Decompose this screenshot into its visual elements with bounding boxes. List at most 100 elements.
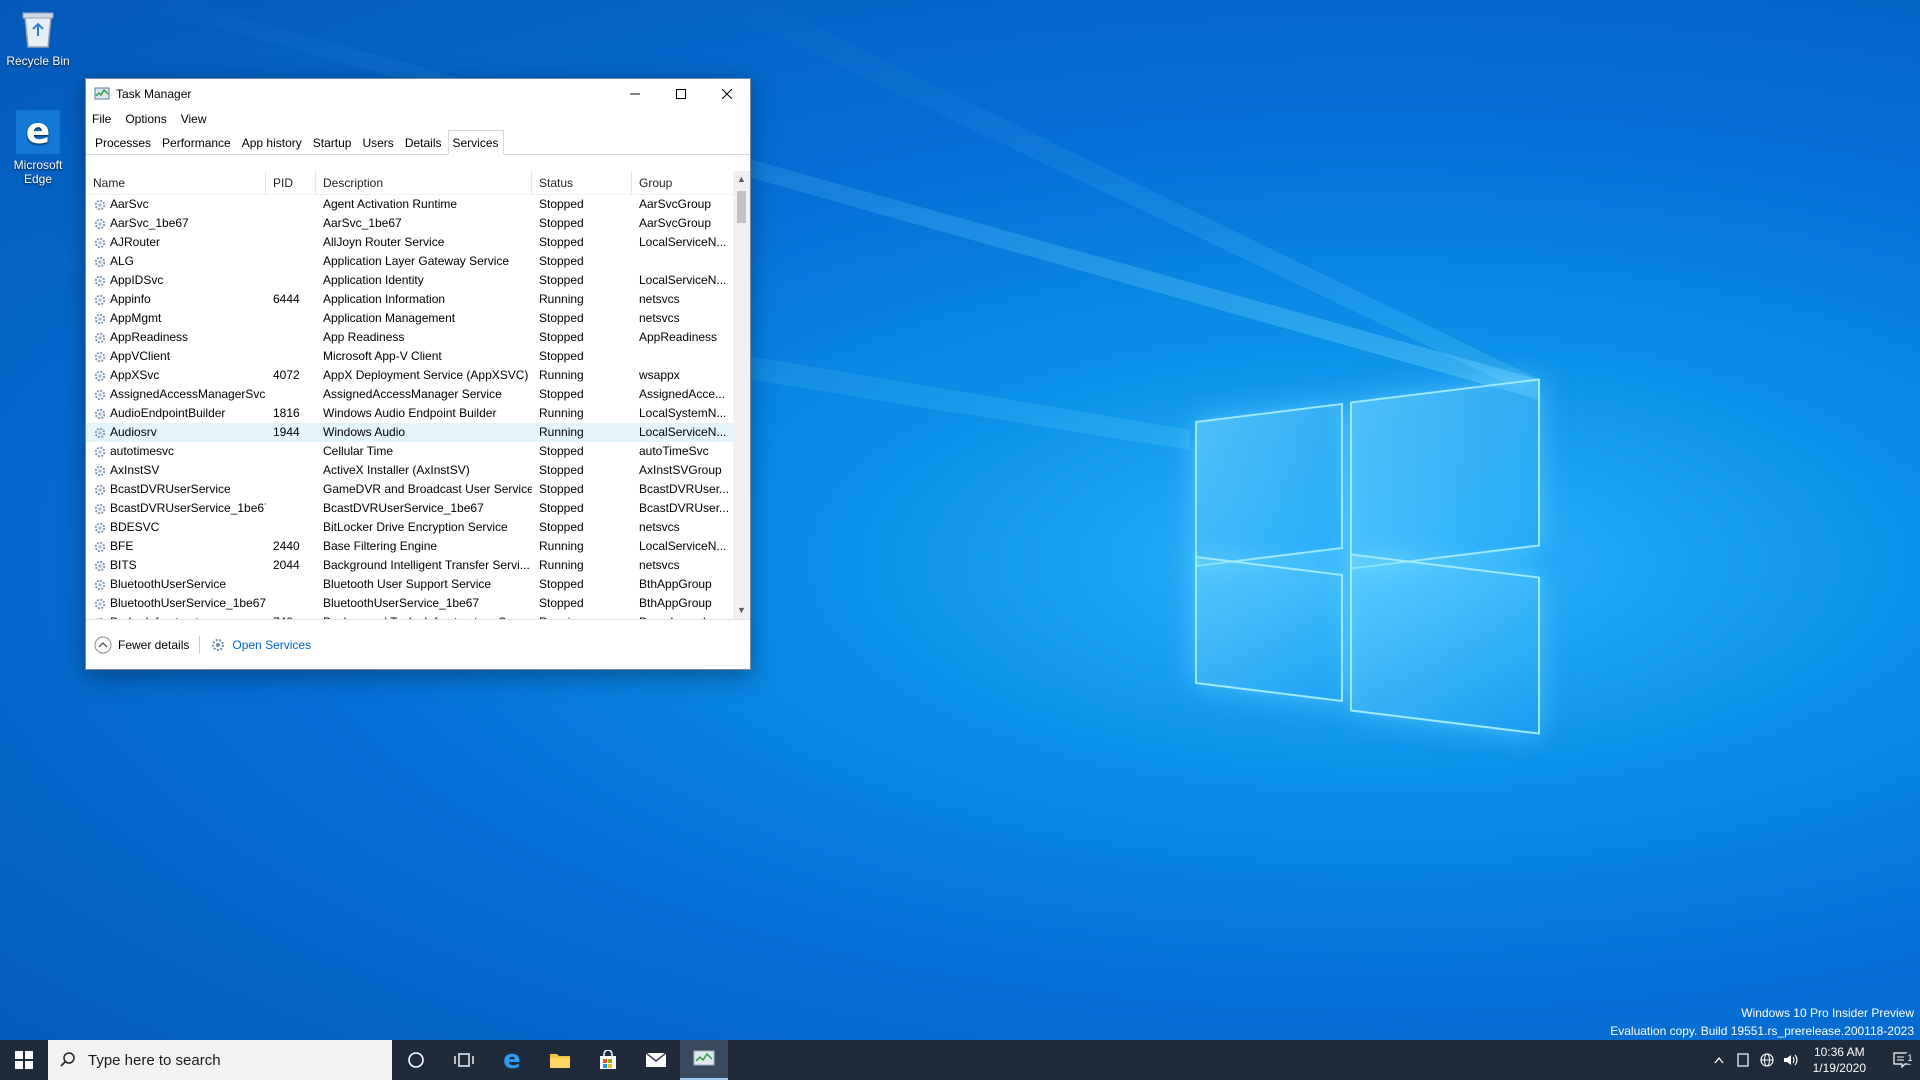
cell-pid: [266, 347, 316, 366]
column-header-pid[interactable]: PID: [266, 171, 316, 195]
start-button[interactable]: [0, 1040, 48, 1080]
fewer-details-label: Fewer details: [118, 637, 190, 652]
cell-name: AssignedAccessManagerSvc: [86, 385, 266, 404]
column-header-description[interactable]: Description: [316, 171, 532, 195]
service-gear-icon: [94, 503, 106, 514]
search-icon: [60, 1052, 75, 1067]
action-center-button[interactable]: 1: [1884, 1052, 1920, 1068]
table-row[interactable]: AppMgmt Application Management Stopped nets…: [86, 309, 750, 328]
title-bar[interactable]: Task Manager: [86, 79, 750, 109]
open-services-link[interactable]: Open Services: [210, 637, 311, 653]
tab-users[interactable]: Users: [357, 132, 398, 154]
service-gear-icon: [94, 446, 106, 457]
close-icon: [722, 89, 732, 99]
cell-group: [632, 347, 732, 366]
table-row[interactable]: AppIDSvc Application Identity Stopped Local…: [86, 271, 750, 290]
menu-file[interactable]: File: [92, 112, 111, 126]
desktop-icon-recycle-bin[interactable]: Recycle Bin: [0, 6, 76, 68]
column-header-status[interactable]: Status: [532, 171, 632, 195]
close-button[interactable]: [704, 79, 750, 109]
cell-description: GameDVR and Broadcast User Service: [323, 482, 532, 496]
table-row[interactable]: AJRouter AllJoyn Router Service Stopped Loc…: [86, 233, 750, 252]
cell-pid: [266, 442, 316, 461]
taskbar-task-manager-button[interactable]: [680, 1040, 728, 1080]
cell-name: BluetoothUserService_1be67: [86, 594, 266, 613]
service-gear-icon: [94, 579, 106, 590]
table-row[interactable]: Audiosrv 1944 Windows Audio Running LocalSer…: [86, 423, 750, 442]
table-row[interactable]: AssignedAccessManagerSvc AssignedAccessMa…: [86, 385, 750, 404]
cell-status: Stopped: [539, 387, 584, 401]
tab-details[interactable]: Details: [400, 132, 447, 154]
taskbar: Type here to search e 10:36 AM 1/19/2020…: [0, 1040, 1920, 1080]
taskbar-search-box[interactable]: Type here to search: [48, 1040, 392, 1080]
service-gear-icon: [94, 541, 106, 552]
cell-name: BDESVC: [86, 518, 266, 537]
minimize-button[interactable]: [612, 79, 658, 109]
table-row[interactable]: AppReadiness App Readiness Stopped AppReadi…: [86, 328, 750, 347]
taskbar-edge-button[interactable]: e: [488, 1040, 536, 1080]
menu-view[interactable]: View: [181, 112, 207, 126]
cell-status: Stopped: [539, 197, 584, 211]
cell-group: LocalSystemN...: [639, 406, 727, 420]
table-row[interactable]: AudioEndpointBuilder 1816 Windows Audio En…: [86, 404, 750, 423]
tray-tablet-button[interactable]: [1731, 1053, 1755, 1067]
cell-status: Stopped: [539, 596, 584, 610]
service-gear-icon: [94, 389, 106, 400]
table-row[interactable]: AppXSvc 4072 AppX Deployment Service (AppX…: [86, 366, 750, 385]
menu-options[interactable]: Options: [125, 112, 166, 126]
tab-processes[interactable]: Processes: [90, 132, 156, 154]
fewer-details-button[interactable]: Fewer details: [94, 636, 189, 654]
table-row[interactable]: BluetoothUserService Bluetooth User Suppo…: [86, 575, 750, 594]
column-header-group[interactable]: Group: [632, 171, 732, 195]
show-hidden-icons-button[interactable]: [1707, 1056, 1731, 1064]
table-row[interactable]: BDESVC BitLocker Drive Encryption Service…: [86, 518, 750, 537]
cell-pid: [266, 518, 316, 537]
wallpaper-logo-pane-tr: [1350, 378, 1540, 570]
table-row[interactable]: Appinfo 6444 Application Information Runnin…: [86, 290, 750, 309]
service-name: AxInstSV: [110, 463, 160, 477]
tab-strip: Processes Performance App history Startu…: [86, 129, 750, 155]
table-row[interactable]: BluetoothUserService_1be67 BluetoothUserS…: [86, 594, 750, 613]
scroll-thumb[interactable]: [737, 191, 746, 223]
task-view-button[interactable]: [440, 1040, 488, 1080]
table-row[interactable]: ALG Application Layer Gateway Service Stop…: [86, 252, 750, 271]
cell-group: netsvcs: [639, 292, 680, 306]
table-row[interactable]: autotimesvc Cellular Time Stopped autoTimeS…: [86, 442, 750, 461]
table-row[interactable]: BcastDVRUserService GameDVR and Broadcast…: [86, 480, 750, 499]
window-footer: Fewer details Open Services: [86, 619, 750, 669]
tab-app-history[interactable]: App history: [237, 132, 307, 154]
tray-clock[interactable]: 10:36 AM 1/19/2020: [1813, 1044, 1866, 1076]
table-row[interactable]: AppVClient Microsoft App-V Client Stopped: [86, 347, 750, 366]
windows-logo-icon: [15, 1051, 33, 1069]
desktop-icon-edge[interactable]: e Microsoft Edge: [0, 110, 76, 186]
taskbar-mail-button[interactable]: [632, 1040, 680, 1080]
scroll-down-icon[interactable]: ▼: [733, 602, 750, 619]
taskbar-file-explorer-button[interactable]: [536, 1040, 584, 1080]
cell-group: netsvcs: [639, 311, 680, 325]
table-row[interactable]: BFE 2440 Base Filtering Engine Running Local…: [86, 537, 750, 556]
service-name: Appinfo: [110, 292, 151, 306]
tray-volume-button[interactable]: [1779, 1052, 1803, 1068]
vertical-scrollbar[interactable]: ▲ ▼: [733, 171, 750, 619]
table-row[interactable]: AxInstSV ActiveX Installer (AxInstSV) Stop…: [86, 461, 750, 480]
system-tray: 10:36 AM 1/19/2020 1: [1707, 1040, 1920, 1080]
tab-services[interactable]: Services: [447, 130, 504, 155]
tray-network-button[interactable]: [1755, 1052, 1779, 1068]
table-row[interactable]: AarSvc_1be67 AarSvc_1be67 Stopped AarSvcGro…: [86, 214, 750, 233]
maximize-button[interactable]: [658, 79, 704, 109]
taskbar-store-button[interactable]: [584, 1040, 632, 1080]
cell-status: Stopped: [539, 577, 584, 591]
tab-performance[interactable]: Performance: [157, 132, 236, 154]
cortana-button[interactable]: [392, 1040, 440, 1080]
table-row[interactable]: BcastDVRUserService_1be67 BcastDVRUserSer…: [86, 499, 750, 518]
cell-pid: 1944: [273, 425, 300, 439]
chevron-up-icon: [1714, 1056, 1724, 1064]
table-row[interactable]: BITS 2044 Background Intelligent Transfer …: [86, 556, 750, 575]
clock-date: 1/19/2020: [1812, 1061, 1866, 1075]
tab-startup[interactable]: Startup: [308, 132, 357, 154]
cell-description: AllJoyn Router Service: [323, 235, 445, 249]
cell-group: netsvcs: [639, 520, 680, 534]
service-gear-icon: [94, 484, 106, 495]
table-row[interactable]: AarSvc Agent Activation Runtime Stopped Aar…: [86, 195, 750, 214]
scroll-up-icon[interactable]: ▲: [733, 171, 750, 188]
